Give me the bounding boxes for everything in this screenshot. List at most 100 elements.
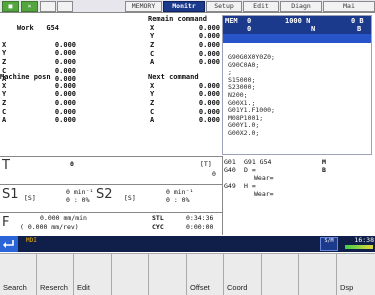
tab-cycle[interactable]: ■ — [2, 1, 19, 12]
machine-position-panel: Machine posn X 0.000 Y 0.000 Z 0.000 C 0.000… — [0, 73, 78, 125]
axis-value: 0.000 — [198, 116, 220, 125]
axis-value: 0.000 — [198, 23, 220, 32]
spindle2-percent: 0 : 0% — [166, 196, 190, 204]
softkey-blank-4[interactable] — [299, 254, 337, 295]
axis-value: 0.000 — [198, 58, 220, 67]
program-cursor-line[interactable] — [223, 34, 371, 43]
divider — [0, 212, 222, 213]
axis-value: 0.000 — [54, 81, 76, 90]
modal-code: G40 — [224, 166, 236, 174]
program-number: 0 — [247, 17, 252, 25]
feed-rate: 0.000 mm/min — [40, 214, 87, 222]
program-panel: MEM 0 1000 N 0 B 0 N B G90G0X0Y0Z0; G90C… — [222, 15, 372, 155]
axis-label: Z — [150, 98, 155, 107]
softkey-research[interactable]: Reserch — [37, 254, 74, 295]
program-line[interactable]: G00X2.0; — [223, 129, 371, 138]
axis-label: Z — [150, 40, 155, 49]
remain-row-x: X 0.000 — [148, 24, 222, 33]
work-row-z: Z 0.000 — [0, 58, 78, 67]
spindle1-rpm-value: 0 — [66, 188, 70, 196]
remain-row-z: Z 0.000 — [148, 41, 222, 50]
axis-value: 0.000 — [54, 90, 76, 99]
next-row-c: C 0.000 — [148, 108, 222, 117]
tab-blank-2[interactable] — [57, 1, 73, 12]
spindle1-label: S1 — [2, 187, 19, 202]
softkey-offset[interactable]: Offset — [187, 254, 224, 295]
next-row-x: X 0.000 — [148, 82, 222, 91]
divider — [222, 156, 223, 235]
remain-row-a: A 0.000 — [148, 58, 222, 67]
axis-label: Y — [2, 49, 7, 58]
return-icon[interactable] — [0, 236, 18, 252]
modal-row: G01 G91 G54 M — [224, 158, 372, 166]
axis-value: 0.000 — [198, 90, 220, 99]
softkey-search[interactable]: Search — [0, 254, 37, 295]
modal-text: D = — [244, 166, 256, 174]
axis-value: 0.000 — [198, 98, 220, 107]
modal-code: G01 — [224, 158, 236, 166]
softkey-blank-1[interactable] — [112, 254, 149, 295]
divider — [0, 184, 222, 185]
modal-row: Wear= — [224, 190, 372, 198]
program-sequence-2: N — [311, 25, 316, 33]
spindle2-rpm-unit: min⁻¹ — [173, 188, 194, 196]
tab-edit[interactable]: Edit — [243, 1, 279, 12]
modal-m-label: M — [322, 158, 326, 166]
softkey-bar: Search Reserch Edit Offset Coord Dsp — [0, 253, 375, 295]
spindle1-rpm: 0 min⁻¹ — [66, 188, 93, 196]
operation-icon[interactable]: S/M — [320, 237, 338, 251]
modal-text: G91 G54 — [244, 158, 272, 166]
tab-blank-1[interactable] — [40, 1, 56, 12]
program-block: 0 B — [351, 17, 364, 25]
spindle2-label: S2 — [96, 187, 113, 202]
program-number-2: 0 — [247, 25, 252, 33]
remain-command-panel: Remain command X 0.000 Y 0.000 Z 0.000 C 0.0… — [148, 15, 222, 67]
softkey-blank-2[interactable] — [149, 254, 187, 295]
axis-label: Z — [2, 98, 7, 107]
softkey-label: Search — [3, 283, 27, 292]
softkey-blank-3[interactable] — [262, 254, 299, 295]
modal-row: G49 H = — [224, 182, 372, 190]
softkey-display[interactable]: Dsp — [337, 254, 375, 295]
next-row-a: A 0.000 — [148, 116, 222, 125]
feed-per-rev: ( 0.000 mm/rev) — [20, 223, 79, 231]
next-title: Next command — [148, 73, 199, 81]
remain-row-y: Y 0.000 — [148, 32, 222, 41]
tab-setup[interactable]: Setup — [206, 1, 242, 12]
softkey-label: Edit — [77, 283, 90, 292]
program-line[interactable]: G90C0A0; — [223, 61, 371, 70]
tab-diagn[interactable]: Diagn — [280, 1, 322, 12]
time-label-cyc: CYC — [152, 223, 164, 231]
mem-label: MEM — [225, 17, 238, 25]
axis-label: C — [150, 107, 155, 116]
axis-value: 0.000 — [54, 107, 76, 116]
feed-label: F — [2, 215, 10, 230]
axis-label: Y — [2, 90, 7, 99]
axis-value: 0.000 — [198, 107, 220, 116]
softkey-label: Coord — [227, 283, 248, 292]
axis-label: X — [2, 40, 7, 49]
machine-row-x: X 0.000 — [0, 82, 78, 91]
time-label-stl: STL — [152, 214, 164, 222]
program-sequence: 1000 N — [285, 17, 311, 25]
modal-panel: G01 G91 G54 M G40 D = B Wear= G49 H = Wear= — [224, 158, 372, 198]
tool-label: T — [2, 158, 10, 173]
spindle2-rpm-value: 0 — [166, 188, 170, 196]
tab-memory[interactable]: MEMORY — [125, 1, 162, 12]
tab-monitor[interactable]: Monitr — [163, 1, 205, 12]
machine-title: Machine posn — [0, 73, 51, 81]
axis-label: Y — [150, 90, 155, 99]
modal-text: H = — [244, 182, 256, 190]
axis-value: 0.000 — [54, 57, 76, 66]
axis-label: Y — [150, 32, 155, 41]
softkey-edit[interactable]: Edit — [74, 254, 112, 295]
tab-close[interactable]: × — [21, 1, 38, 12]
work-row-x: X 0.000 — [0, 41, 78, 50]
machine-row-y: Y 0.000 — [0, 90, 78, 99]
next-row-z: Z 0.000 — [148, 99, 222, 108]
softkey-coord[interactable]: Coord — [224, 254, 262, 295]
machine-row-a: A 0.000 — [0, 116, 78, 125]
spindle1-bracket: [S] — [24, 194, 36, 202]
work-title: Work — [16, 23, 34, 32]
tab-maint[interactable]: Mai — [323, 1, 375, 12]
